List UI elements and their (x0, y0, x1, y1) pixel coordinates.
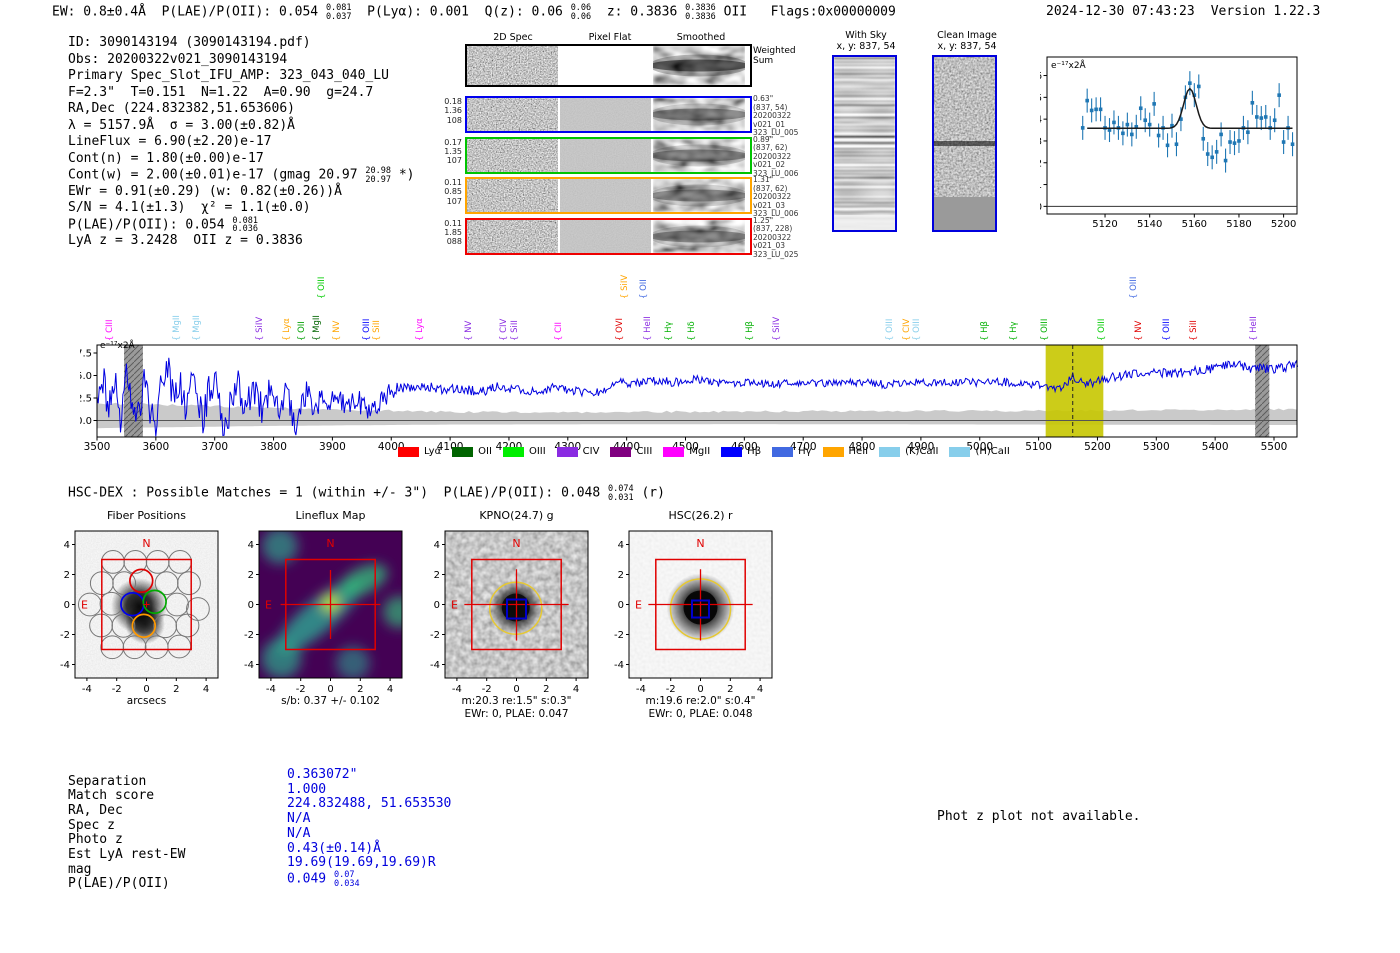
match-table-label: RA, Dec (68, 802, 123, 818)
svg-text:-4: -4 (614, 660, 624, 671)
svg-text:-2: -2 (614, 630, 624, 641)
match-table-label: Separation (68, 773, 147, 789)
match-table-value: N/A (287, 811, 311, 827)
svg-text:4: 4 (757, 684, 763, 695)
svg-text:m:19.6 re:2.0" s:0.4": m:19.6 re:2.0" s:0.4" (646, 695, 756, 707)
svg-text:2: 2 (618, 570, 624, 581)
svg-text:E: E (635, 599, 642, 612)
elixer-report-page: EW: 0.8±0.4Å P(LAE)/P(OII): 0.054 0.081 0… (0, 0, 1400, 953)
cutout-hsc: N E -4 -4 -2 -2 0 0 2 2 4 4 HSC(26.2) r m:19.6 re:2.0… (614, 509, 773, 720)
svg-text:HSC(26.2) r: HSC(26.2) r (668, 509, 733, 522)
match-table-label: P(LAE)/P(OII) (68, 876, 170, 892)
svg-text:0: 0 (618, 600, 624, 611)
match-table-label: Match score (68, 788, 155, 804)
match-table-label: Est LyA rest-EW (68, 847, 186, 862)
match-table-value: 0.43(±0.14)Å (287, 840, 381, 856)
svg-text:2: 2 (727, 684, 733, 695)
match-table-value: 0.363072" (287, 767, 358, 782)
svg-text:0: 0 (697, 684, 703, 695)
svg-text:-4: -4 (636, 684, 646, 695)
svg-text:N: N (696, 537, 704, 550)
match-table-label: Spec z (68, 817, 115, 833)
match-table-value: N/A (287, 825, 311, 841)
match-table-label: mag (68, 861, 92, 877)
match-table-value: 1.000 (287, 781, 327, 797)
svg-text:-2: -2 (666, 684, 676, 695)
match-table: Separation 0.363072" Match score 1.000 RA, D… (0, 0, 600, 953)
match-table-label: Photo z (68, 832, 123, 848)
svg-text:4: 4 (618, 540, 624, 551)
match-table-value: 19.69(19.69,19.69)R (287, 855, 436, 871)
photz-note: Phot z plot not available. (937, 809, 1141, 824)
match-table-value: 0.049 0.07 0.034 (287, 869, 360, 889)
svg-text:EWr: 0, PLAE: 0.048: EWr: 0, PLAE: 0.048 (648, 708, 752, 720)
match-table-value: 224.832488, 51.653530 (287, 796, 452, 812)
